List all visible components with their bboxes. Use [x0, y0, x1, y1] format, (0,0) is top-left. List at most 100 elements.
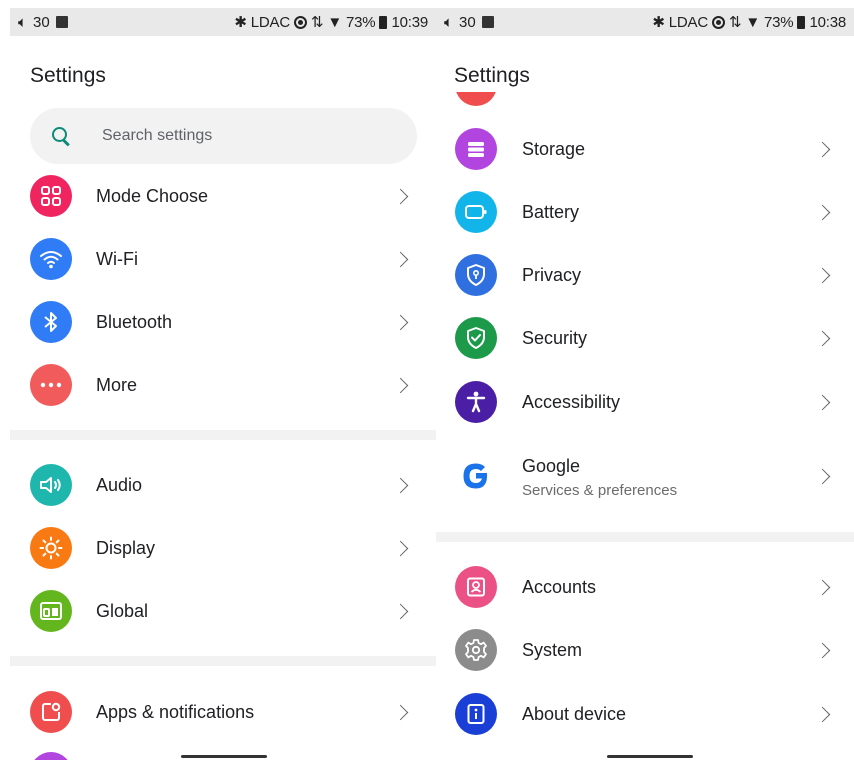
bluetooth-status-icon: ✱	[234, 14, 247, 31]
settings-item-label: Security	[522, 327, 588, 348]
search-icon	[52, 127, 70, 145]
chevron-right-icon	[814, 579, 831, 595]
devices-icon	[30, 590, 72, 632]
section-divider	[10, 430, 436, 440]
chevron-right-icon	[392, 603, 409, 619]
codec-label: LDAC	[668, 13, 708, 31]
gesture-navigation-bar[interactable]	[181, 755, 267, 758]
chevron-right-icon	[392, 251, 409, 267]
search-bar[interactable]: Search settings	[30, 108, 417, 164]
codec-label: LDAC	[250, 13, 290, 31]
record-icon	[293, 15, 307, 29]
page-title: Settings	[30, 64, 106, 87]
search-placeholder: Search settings	[102, 127, 213, 144]
chevron-right-icon	[392, 377, 409, 393]
chevron-right-icon	[392, 704, 409, 720]
chevron-right-icon	[392, 314, 409, 330]
status-bar: 🔈︎ 30 ✱ LDAC ⇅ ▼ 73% 10:38	[436, 8, 854, 36]
storage-icon-partial	[30, 752, 72, 760]
settings-item-bluetooth[interactable]: Bluetooth	[10, 292, 436, 352]
status-bar: 🔈︎ 30 ✱ LDAC ⇅ ▼ 73% 10:39	[10, 8, 436, 36]
chevron-right-icon	[814, 468, 831, 484]
grid-icon	[30, 175, 72, 217]
bluetooth-status-icon: ✱	[652, 14, 665, 31]
settings-item-about-device[interactable]: About device	[436, 684, 854, 744]
settings-item-label: System	[522, 639, 583, 660]
image-notification-icon	[481, 16, 494, 28]
data-arrows-icon: ⇅	[728, 14, 742, 31]
battery-status-icon	[797, 15, 806, 29]
volume-level: 30	[33, 13, 50, 31]
apps-notification-icon	[30, 691, 72, 733]
chevron-right-icon	[392, 477, 409, 493]
chevron-right-icon	[814, 330, 831, 346]
google-icon	[455, 455, 497, 497]
settings-item-security[interactable]: Security	[436, 308, 854, 368]
settings-item-label: About device	[522, 703, 627, 724]
info-icon	[455, 693, 497, 735]
wifi-status-icon: ▼	[327, 13, 343, 31]
record-icon	[711, 15, 725, 29]
settings-item-sublabel: Services & preferences	[522, 482, 678, 499]
volume-icon: 🔈︎	[444, 13, 454, 31]
settings-item-label: Privacy	[522, 264, 582, 285]
settings-item-mode-choose[interactable]: Mode Choose	[10, 166, 436, 226]
settings-item-privacy[interactable]: Privacy	[436, 245, 854, 305]
chevron-right-icon	[814, 394, 831, 410]
settings-item-label: Bluetooth	[96, 311, 173, 332]
chevron-right-icon	[392, 540, 409, 556]
battery-status-icon	[379, 15, 388, 29]
settings-item-accounts[interactable]: Accounts	[436, 557, 854, 617]
settings-item-display[interactable]: Display	[10, 518, 436, 578]
brightness-icon	[30, 527, 72, 569]
accounts-icon	[455, 566, 497, 608]
settings-item-global[interactable]: Global	[10, 581, 436, 641]
chevron-right-icon	[814, 706, 831, 722]
settings-item-label: Audio	[96, 474, 143, 495]
settings-item-label: Storage	[522, 138, 586, 159]
chevron-right-icon	[814, 267, 831, 283]
clock: 10:38	[809, 13, 846, 31]
settings-item-storage[interactable]: Storage	[436, 119, 854, 179]
settings-item-label: Google	[522, 456, 581, 476]
more-icon	[30, 364, 72, 406]
settings-item-apps-notifications[interactable]: Apps & notifications	[10, 682, 436, 742]
settings-item-label: Accounts	[522, 576, 597, 597]
section-divider	[436, 532, 854, 542]
privacy-shield-icon	[455, 254, 497, 296]
settings-item-system[interactable]: System	[436, 620, 854, 680]
settings-panel-left: 🔈︎ 30 ✱ LDAC ⇅ ▼ 73% 10:39 Settings Sear…	[10, 0, 436, 760]
settings-item-audio[interactable]: Audio	[10, 455, 436, 515]
settings-item-label: Wi-Fi	[96, 248, 138, 269]
image-notification-icon	[55, 16, 68, 28]
settings-item-battery[interactable]: Battery	[436, 182, 854, 242]
settings-item-label: More	[96, 374, 138, 395]
chevron-right-icon	[814, 141, 831, 157]
gear-icon	[455, 629, 497, 671]
wifi-icon	[30, 238, 72, 280]
settings-item-label: Accessibility	[522, 391, 621, 412]
battery-icon	[455, 191, 497, 233]
settings-item-label: Battery	[522, 201, 580, 222]
chevron-right-icon	[814, 204, 831, 220]
settings-item-label: Global	[96, 600, 149, 621]
accessibility-icon	[455, 381, 497, 423]
clock: 10:39	[391, 13, 428, 31]
settings-panel-right: 🔈︎ 30 ✱ LDAC ⇅ ▼ 73% 10:38 Settings Stor…	[436, 0, 854, 760]
settings-item-wifi[interactable]: Wi-Fi	[10, 229, 436, 289]
gesture-navigation-bar[interactable]	[607, 755, 693, 758]
wifi-status-icon: ▼	[745, 13, 761, 31]
security-shield-icon	[455, 317, 497, 359]
data-arrows-icon: ⇅	[310, 14, 324, 31]
settings-item-accessibility[interactable]: Accessibility	[436, 372, 854, 432]
battery-percent: 73%	[346, 13, 376, 31]
settings-item-label: Apps & notifications	[96, 701, 255, 722]
settings-item-google[interactable]: Google Services & preferences	[436, 446, 854, 506]
chevron-right-icon	[814, 642, 831, 658]
battery-percent: 73%	[764, 13, 794, 31]
settings-item-more[interactable]: More	[10, 355, 436, 415]
volume-icon: 🔈︎	[18, 13, 28, 31]
settings-item-label: Display	[96, 537, 156, 558]
bluetooth-icon	[30, 301, 72, 343]
chevron-right-icon	[392, 188, 409, 204]
